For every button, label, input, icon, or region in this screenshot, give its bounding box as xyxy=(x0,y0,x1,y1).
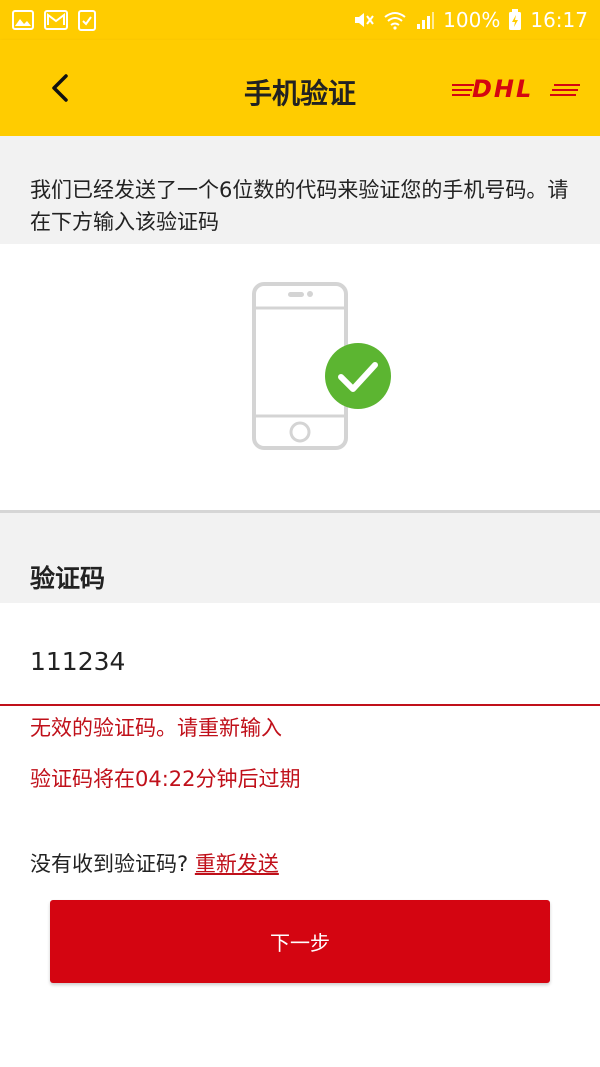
code-section-label: 验证码 xyxy=(0,513,600,603)
expire-message: 验证码将在04:22分钟后过期 xyxy=(30,767,301,791)
verification-code-input[interactable] xyxy=(30,641,570,681)
phone-verified-illustration xyxy=(0,244,600,510)
resend-line: 没有收到验证码? 重新发送 xyxy=(30,848,279,878)
image-icon xyxy=(12,10,34,30)
status-left xyxy=(12,9,96,31)
app-bar: 手机验证 DHL xyxy=(0,40,600,136)
status-bar: 100% 16:17 xyxy=(0,0,600,40)
task-icon xyxy=(78,10,96,31)
battery-charging-icon xyxy=(509,9,522,30)
intro-text: 我们已经发送了一个6位数的代码来验证您的手机号码。请在下方输入该验证码 xyxy=(0,136,600,244)
input-error-underline xyxy=(0,704,600,706)
dhl-logo: DHL xyxy=(472,75,534,103)
resend-link[interactable]: 重新发送 xyxy=(195,852,279,876)
mail-icon xyxy=(44,10,68,30)
signal-icon xyxy=(417,12,435,29)
status-right: 100% 16:17 xyxy=(353,8,588,32)
error-message: 无效的验证码。请重新输入 xyxy=(30,716,282,740)
clock: 16:17 xyxy=(530,8,588,32)
wifi-icon xyxy=(384,12,406,30)
phone-check-icon xyxy=(252,282,391,450)
battery-level: 100% xyxy=(443,8,501,32)
mute-icon xyxy=(355,13,374,27)
resend-prompt: 没有收到验证码? xyxy=(30,852,189,876)
code-input-container xyxy=(0,603,600,707)
next-button[interactable]: 下一步 xyxy=(50,900,550,983)
